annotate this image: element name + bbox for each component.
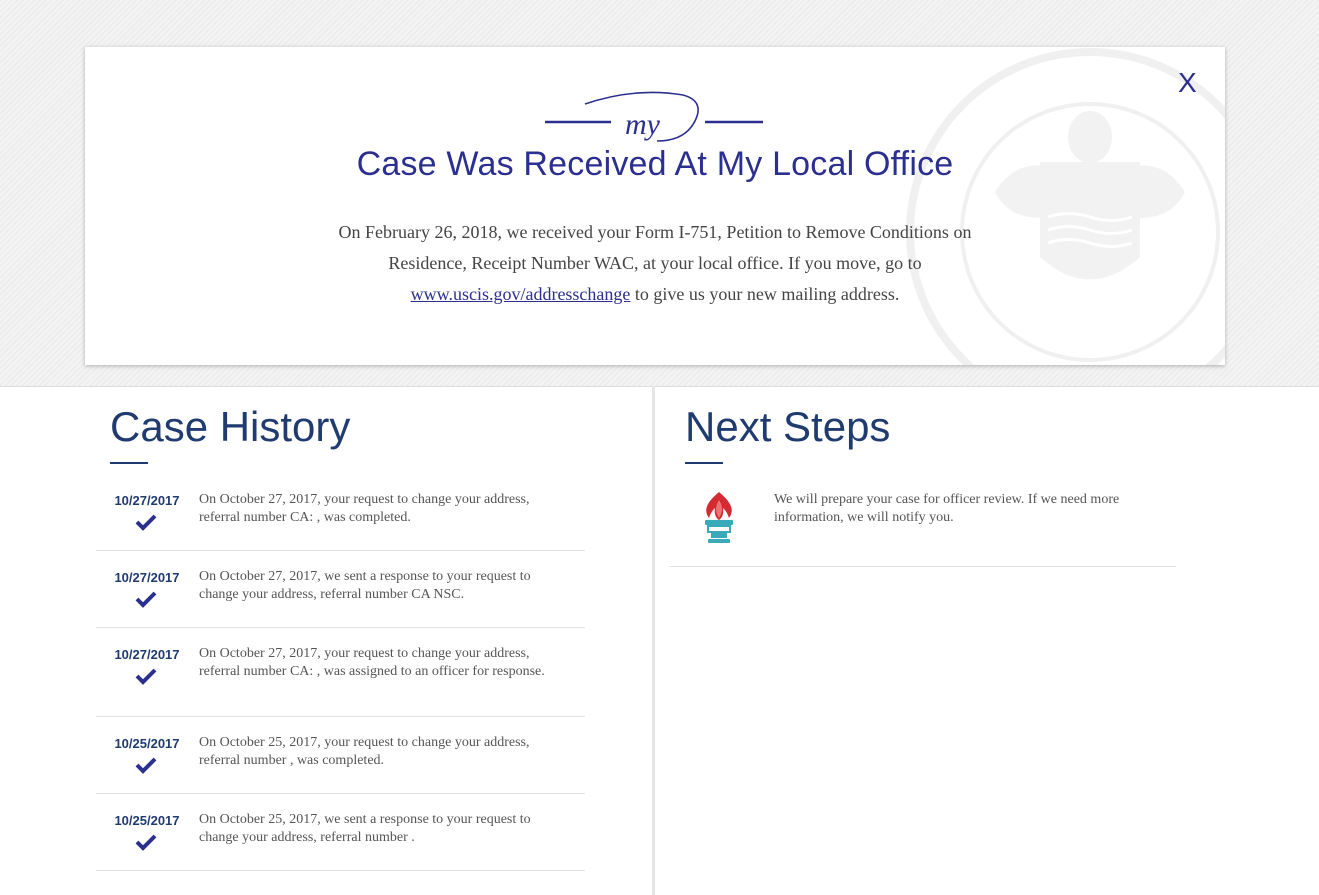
close-icon: X: [1178, 67, 1197, 98]
history-date: 10/27/2017: [114, 647, 180, 662]
case-history-list: 10/27/2017 On October 27, 2017, your req…: [96, 474, 585, 871]
check-icon: [135, 591, 157, 608]
history-item: 10/27/2017 On October 27, 2017, we sent …: [96, 551, 585, 628]
my-uscis-logo: my: [545, 91, 763, 142]
history-text: On October 27, 2017, your request to cha…: [199, 492, 530, 525]
history-text: On October 25, 2017, we sent a response …: [199, 812, 531, 845]
close-button[interactable]: X: [1178, 69, 1197, 97]
history-date-col: 10/27/2017: [96, 474, 196, 550]
next-steps-title: Next Steps: [685, 403, 891, 450]
history-item: 10/25/2017 On October 25, 2017, we sent …: [96, 794, 585, 871]
history-date-col: 10/25/2017: [96, 717, 196, 793]
status-banner-background: X my Case Was Received At My Local Offic…: [0, 0, 1319, 387]
status-title: Case Was Received At My Local Office: [356, 145, 954, 183]
history-text: On October 27, 2017, we sent a response …: [199, 569, 531, 602]
case-history-title-rule: [110, 462, 148, 464]
history-text: On October 25, 2017, your request to cha…: [199, 735, 530, 768]
history-date-col: 10/25/2017: [96, 794, 196, 870]
history-date-col: 10/27/2017: [96, 551, 196, 627]
address-change-link[interactable]: www.uscis.gov/addresschange: [411, 284, 631, 304]
check-icon: [135, 668, 157, 685]
next-steps-text: We will prepare your case for officer re…: [774, 492, 1120, 525]
torch-icon: [705, 492, 733, 543]
case-history-title: Case History: [110, 403, 351, 450]
logo-text: my: [625, 108, 661, 141]
history-date: 10/25/2017: [114, 736, 180, 751]
seal-icon: [906, 48, 1225, 365]
case-status-card: X my Case Was Received At My Local Offic…: [85, 47, 1225, 365]
status-description: On February 26, 2018, we received your F…: [310, 217, 1000, 310]
history-date-col: 10/27/2017: [96, 628, 196, 716]
history-date: 10/27/2017: [114, 570, 180, 585]
next-steps-title-rule: [685, 462, 723, 464]
history-item: 10/25/2017 On October 25, 2017, your req…: [96, 717, 585, 794]
history-date: 10/27/2017: [114, 493, 180, 508]
history-item: 10/27/2017 On October 27, 2017, your req…: [96, 628, 585, 717]
history-item: 10/27/2017 On October 27, 2017, your req…: [96, 474, 585, 551]
check-icon: [135, 757, 157, 774]
check-icon: [135, 834, 157, 851]
history-date: 10/25/2017: [114, 813, 180, 828]
next-steps-item: We will prepare your case for officer re…: [669, 474, 1176, 567]
status-text-part: to give us your new mailing address.: [630, 284, 900, 304]
status-text-part: , at your local office. If you move, go …: [634, 253, 922, 273]
check-icon: [135, 514, 157, 531]
history-text: On October 27, 2017, your request to cha…: [199, 646, 545, 679]
column-divider: [652, 386, 655, 895]
